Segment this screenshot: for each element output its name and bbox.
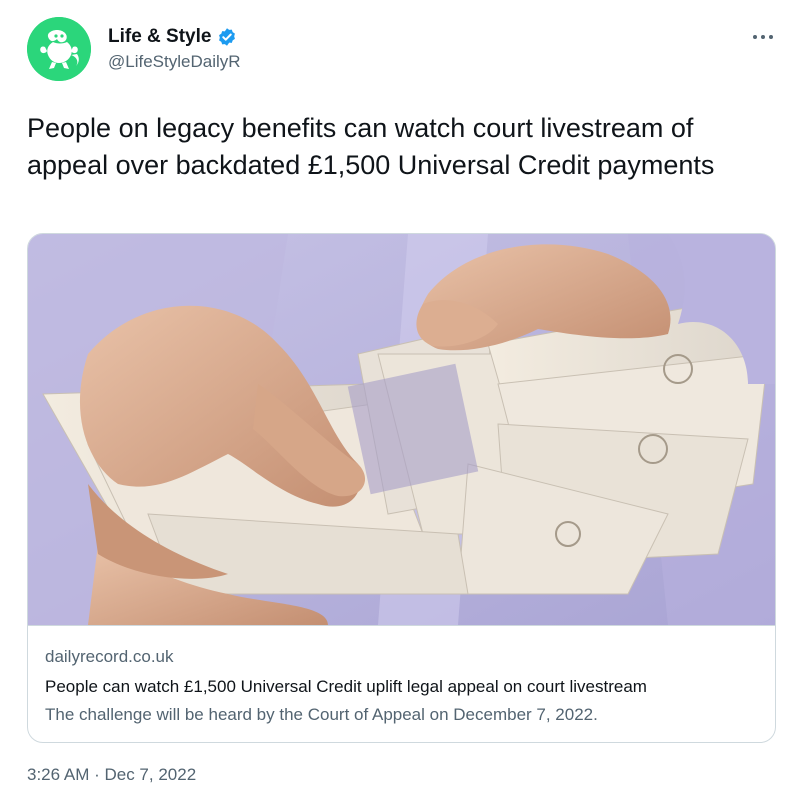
lion-logo-icon — [27, 17, 91, 81]
account-handle[interactable]: @LifeStyleDailyR — [108, 52, 241, 72]
card-domain: dailyrecord.co.uk — [45, 647, 174, 666]
card-body[interactable]: dailyrecord.co.uk People can watch £1,50… — [28, 625, 775, 742]
verified-badge-icon — [219, 28, 236, 46]
banknotes-photo — [28, 234, 775, 625]
tweet: Life & Style @LifeStyleDailyR People on … — [0, 0, 800, 807]
tweet-timestamp[interactable]: 3:26 AM · Dec 7, 2022 — [27, 765, 196, 785]
tweet-text: People on legacy benefits can watch cour… — [27, 113, 715, 180]
card-description: The challenge will be heard by the Court… — [45, 705, 598, 724]
card-title: People can watch £1,500 Universal Credit… — [45, 677, 647, 696]
link-card[interactable]: dailyrecord.co.uk People can watch £1,50… — [27, 233, 776, 743]
name-row: Life & Style — [108, 26, 237, 48]
avatar[interactable] — [27, 17, 91, 81]
card-image[interactable] — [28, 234, 775, 625]
more-options-button[interactable] — [748, 22, 778, 52]
more-options-icon — [753, 35, 773, 39]
display-name[interactable]: Life & Style — [108, 26, 211, 48]
